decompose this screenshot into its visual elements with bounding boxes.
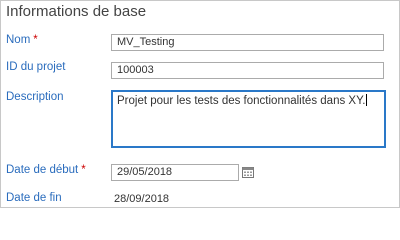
date-fin-label: Date de fin	[6, 192, 62, 204]
calendar-icon[interactable]	[242, 167, 254, 178]
required-marker: *	[33, 34, 38, 46]
id-projet-input[interactable]: 100003	[111, 62, 384, 79]
id-projet-label: ID du projet	[6, 61, 66, 73]
date-fin-value: 28/09/2018	[114, 193, 170, 205]
nom-label: Nom *	[6, 34, 38, 46]
required-marker: *	[81, 164, 86, 176]
basic-info-panel: Informations de base Nom * MV_Testing ID …	[0, 0, 400, 208]
description-label: Description	[6, 91, 64, 103]
description-text: Projet pour les tests des fonctionnalité…	[117, 95, 366, 107]
nom-input[interactable]: MV_Testing	[111, 34, 384, 51]
description-textarea[interactable]: Projet pour les tests des fonctionnalité…	[111, 90, 386, 148]
section-title: Informations de base	[6, 3, 147, 20]
date-debut-input[interactable]: 29/05/2018	[111, 164, 239, 181]
date-debut-label: Date de début *	[6, 164, 86, 176]
text-caret	[366, 94, 368, 106]
